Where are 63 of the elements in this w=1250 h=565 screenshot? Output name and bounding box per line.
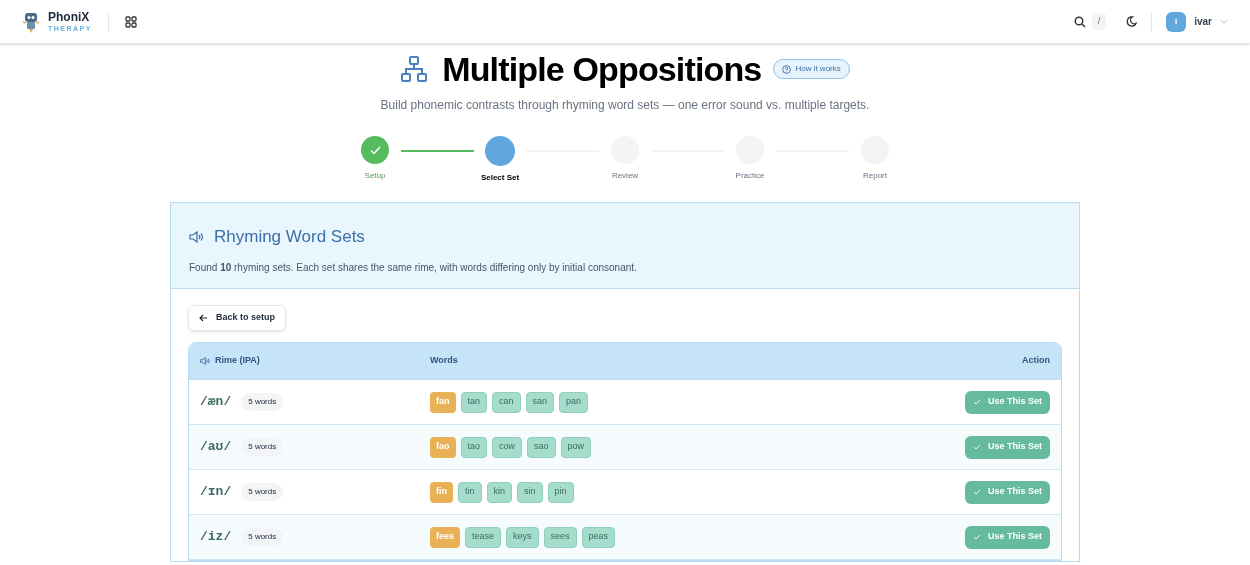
target-word-chip: tease (465, 526, 502, 548)
speaker-icon (189, 230, 204, 243)
error-word-chip: fin (430, 481, 453, 503)
app-name: PhoniX (48, 11, 91, 23)
target-word-chip: tin (458, 481, 482, 503)
column-header: Words (430, 354, 458, 368)
rime-text: /ɪn/ (200, 483, 232, 502)
target-word-chip: keys (506, 526, 539, 548)
step-label: Practice (735, 170, 765, 182)
target-word-chip: tan (460, 391, 487, 413)
search-icon[interactable] (1073, 15, 1086, 28)
target-word-chip: san (525, 391, 555, 413)
target-word-chip: cow (492, 436, 523, 458)
word-count-badge: 5 words (241, 438, 284, 456)
step-label: Review (611, 170, 639, 182)
check-icon (972, 399, 981, 405)
column-header: Rime (IPA) (215, 354, 260, 368)
back-button[interactable]: Back to setup (188, 305, 286, 331)
card-title: Rhyming Word Sets (214, 226, 365, 248)
moon-icon[interactable] (1126, 16, 1138, 27)
target-word-chip: kin (486, 481, 513, 503)
target-word-chip: pow (560, 436, 592, 458)
column-header: Action (1022, 354, 1050, 368)
help-icon (782, 64, 792, 74)
target-word-chip: tao (460, 436, 487, 458)
target-word-chip: peas (581, 526, 616, 548)
hierarchy-icon (400, 55, 429, 83)
grid-icon[interactable] (124, 15, 137, 28)
target-word-chip: can (492, 391, 521, 413)
word-count-badge: 5 words (241, 483, 284, 501)
how-it-works-button[interactable]: How it works (773, 59, 850, 79)
check-icon (972, 489, 981, 495)
error-word-chip: fees (430, 526, 460, 548)
target-word-chip: sao (527, 436, 556, 458)
target-word-chip: pan (559, 391, 589, 413)
speaker-icon (200, 357, 210, 365)
check-icon (369, 145, 381, 155)
target-word-chip: sees (543, 526, 577, 548)
check-icon (972, 444, 981, 450)
target-word-chip: sin (517, 481, 543, 503)
rime-text: /iz/ (200, 528, 232, 547)
rime-text: /aʊ/ (200, 438, 232, 457)
check-icon (972, 534, 981, 540)
use-set-button[interactable]: Use This Set (964, 435, 1050, 459)
arrow-left-icon (199, 314, 208, 322)
user-avatar[interactable]: I (1166, 11, 1187, 32)
error-word-chip: fan (430, 391, 456, 413)
step-label: Setup (364, 170, 386, 182)
word-count-badge: 5 words (241, 393, 284, 411)
step-label: Report (863, 170, 887, 182)
use-set-button[interactable]: Use This Set (964, 390, 1050, 414)
page-subtitle: Build phonemic contrasts through rhyming word sets — one error sound vs. multiple targets. (380, 97, 870, 114)
word-count-badge: 5 words (241, 528, 284, 546)
use-set-button[interactable]: Use This Set (964, 525, 1050, 549)
page-title: Multiple Oppositions (442, 52, 762, 86)
error-word-chip: fao (430, 436, 456, 458)
card-description: Found 10 rhyming sets. Each set shares the same rime, with words differing only by initial consonant. (189, 260, 638, 275)
user-name[interactable]: ivar (1194, 14, 1212, 29)
rime-text: /æn/ (200, 393, 232, 412)
target-word-chip: pin (547, 481, 574, 503)
step-label: Select Set (480, 172, 520, 184)
shortcut-key: / (1091, 12, 1107, 31)
use-set-button[interactable]: Use This Set (964, 480, 1050, 504)
